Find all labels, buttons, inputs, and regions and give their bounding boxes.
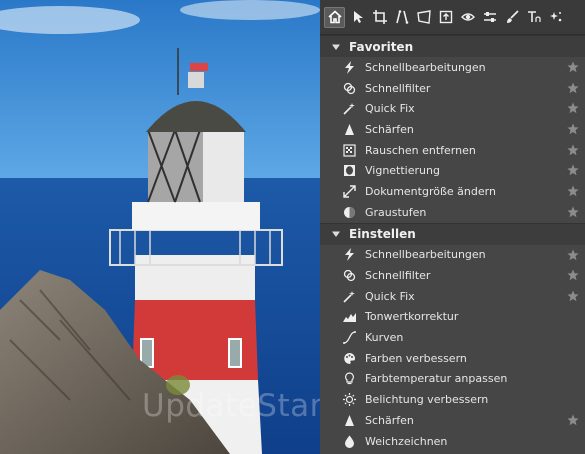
crop-icon[interactable] — [370, 8, 389, 27]
lighthouse-photo — [0, 0, 320, 454]
star-icon[interactable] — [567, 61, 579, 73]
list-item[interactable]: Schnellfilter — [320, 265, 585, 286]
noise-icon — [342, 143, 356, 157]
item-label: Schärfen — [365, 122, 414, 136]
filter-icon — [342, 81, 356, 95]
home-icon[interactable] — [324, 6, 345, 28]
panel-toolbar — [320, 0, 585, 35]
item-label: Quick Fix — [365, 102, 415, 116]
star-icon[interactable] — [567, 206, 579, 218]
item-label: Rauschen entfernen — [365, 143, 476, 157]
filter-icon — [342, 269, 356, 283]
list-item[interactable]: Weichzeichnen — [320, 431, 585, 452]
item-label: Schnellbearbeitungen — [365, 248, 486, 262]
triangle-icon — [342, 413, 356, 427]
palette-icon — [342, 351, 356, 365]
star-icon[interactable] — [567, 144, 579, 156]
item-label: Kurven — [365, 331, 404, 345]
item-label: Weichzeichnen — [365, 434, 448, 448]
lightning-icon — [342, 60, 356, 74]
list-item[interactable]: Quick Fix — [320, 98, 585, 119]
item-label: Farbtemperatur anpassen — [365, 372, 508, 386]
brush-icon[interactable] — [502, 8, 521, 27]
item-label: Graustufen — [365, 205, 427, 219]
star-icon[interactable] — [567, 414, 579, 426]
magic-wand-icon — [342, 102, 356, 116]
list-item[interactable]: Vignettierung — [320, 160, 585, 181]
list-item[interactable]: Farbtemperatur anpassen — [320, 369, 585, 390]
list-item[interactable]: Schnellbearbeitungen — [320, 57, 585, 78]
favoriten-list: Schnellbearbeitungen Schnellfilter Quick… — [320, 57, 585, 223]
list-item[interactable]: Tonwertkorrektur — [320, 307, 585, 328]
list-item[interactable]: Schärfen — [320, 410, 585, 431]
einstellen-list: Schnellbearbeitungen Schnellfilter Quick… — [320, 245, 585, 452]
resize-icon — [342, 184, 356, 198]
sparkle-icon[interactable] — [546, 8, 565, 27]
list-item[interactable]: Schnellbearbeitungen — [320, 245, 585, 266]
star-icon[interactable] — [567, 249, 579, 261]
curves-icon — [342, 331, 356, 345]
item-label: Schnellbearbeitungen — [365, 60, 486, 74]
sun-icon — [342, 393, 356, 407]
list-item[interactable]: Schnellfilter — [320, 78, 585, 99]
vignette-icon — [342, 164, 356, 178]
bulb-icon — [342, 372, 356, 386]
magic-wand-icon — [342, 289, 356, 303]
item-label: Vignettierung — [365, 164, 440, 178]
lightning-icon — [342, 248, 356, 262]
section-title: Favoriten — [349, 39, 414, 54]
list-item[interactable]: Belichtung verbessern — [320, 389, 585, 410]
triangle-icon — [342, 122, 356, 136]
item-label: Belichtung verbessern — [365, 393, 489, 407]
guided-edits-panel: Favoriten Schnellbearbeitungen Schnellfi… — [320, 0, 585, 454]
item-label: Schnellfilter — [365, 269, 431, 283]
star-icon[interactable] — [567, 123, 579, 135]
list-item[interactable]: Rauschen entfernen — [320, 140, 585, 161]
list-item[interactable]: Kurven — [320, 327, 585, 348]
item-label: Schnellfilter — [365, 81, 431, 95]
perspective-icon[interactable] — [414, 8, 433, 27]
straighten-icon[interactable] — [392, 8, 411, 27]
eye-icon[interactable] — [458, 8, 477, 27]
adjust-icon[interactable] — [480, 8, 499, 27]
star-icon[interactable] — [567, 82, 579, 94]
section-header-favoriten[interactable]: Favoriten — [320, 35, 585, 57]
star-icon[interactable] — [567, 164, 579, 176]
item-label: Schärfen — [365, 413, 414, 427]
star-icon[interactable] — [567, 102, 579, 114]
text-icon[interactable] — [524, 8, 543, 27]
section-title: Einstellen — [349, 227, 416, 241]
list-item[interactable]: Farben verbessern — [320, 348, 585, 369]
list-item[interactable]: Dokumentgröße ändern — [320, 181, 585, 202]
chevron-down-icon — [332, 230, 340, 238]
item-label: Tonwertkorrektur — [365, 310, 459, 324]
item-label: Dokumentgröße ändern — [365, 184, 496, 198]
section-header-einstellen[interactable]: Einstellen — [320, 222, 585, 245]
list-item[interactable]: Quick Fix — [320, 286, 585, 307]
star-icon[interactable] — [567, 185, 579, 197]
item-label: Quick Fix — [365, 289, 415, 303]
photo-canvas[interactable] — [0, 0, 320, 454]
item-label: Farben verbessern — [365, 351, 467, 365]
list-item[interactable]: Graustufen — [320, 202, 585, 223]
drop-icon — [342, 434, 356, 448]
grayscale-icon — [342, 205, 356, 219]
star-icon[interactable] — [567, 290, 579, 302]
star-icon[interactable] — [567, 269, 579, 281]
chevron-down-icon — [332, 43, 340, 51]
cursor-icon[interactable] — [348, 8, 367, 27]
levels-icon — [342, 310, 356, 324]
export-icon[interactable] — [436, 8, 455, 27]
list-item[interactable]: Schärfen — [320, 119, 585, 140]
